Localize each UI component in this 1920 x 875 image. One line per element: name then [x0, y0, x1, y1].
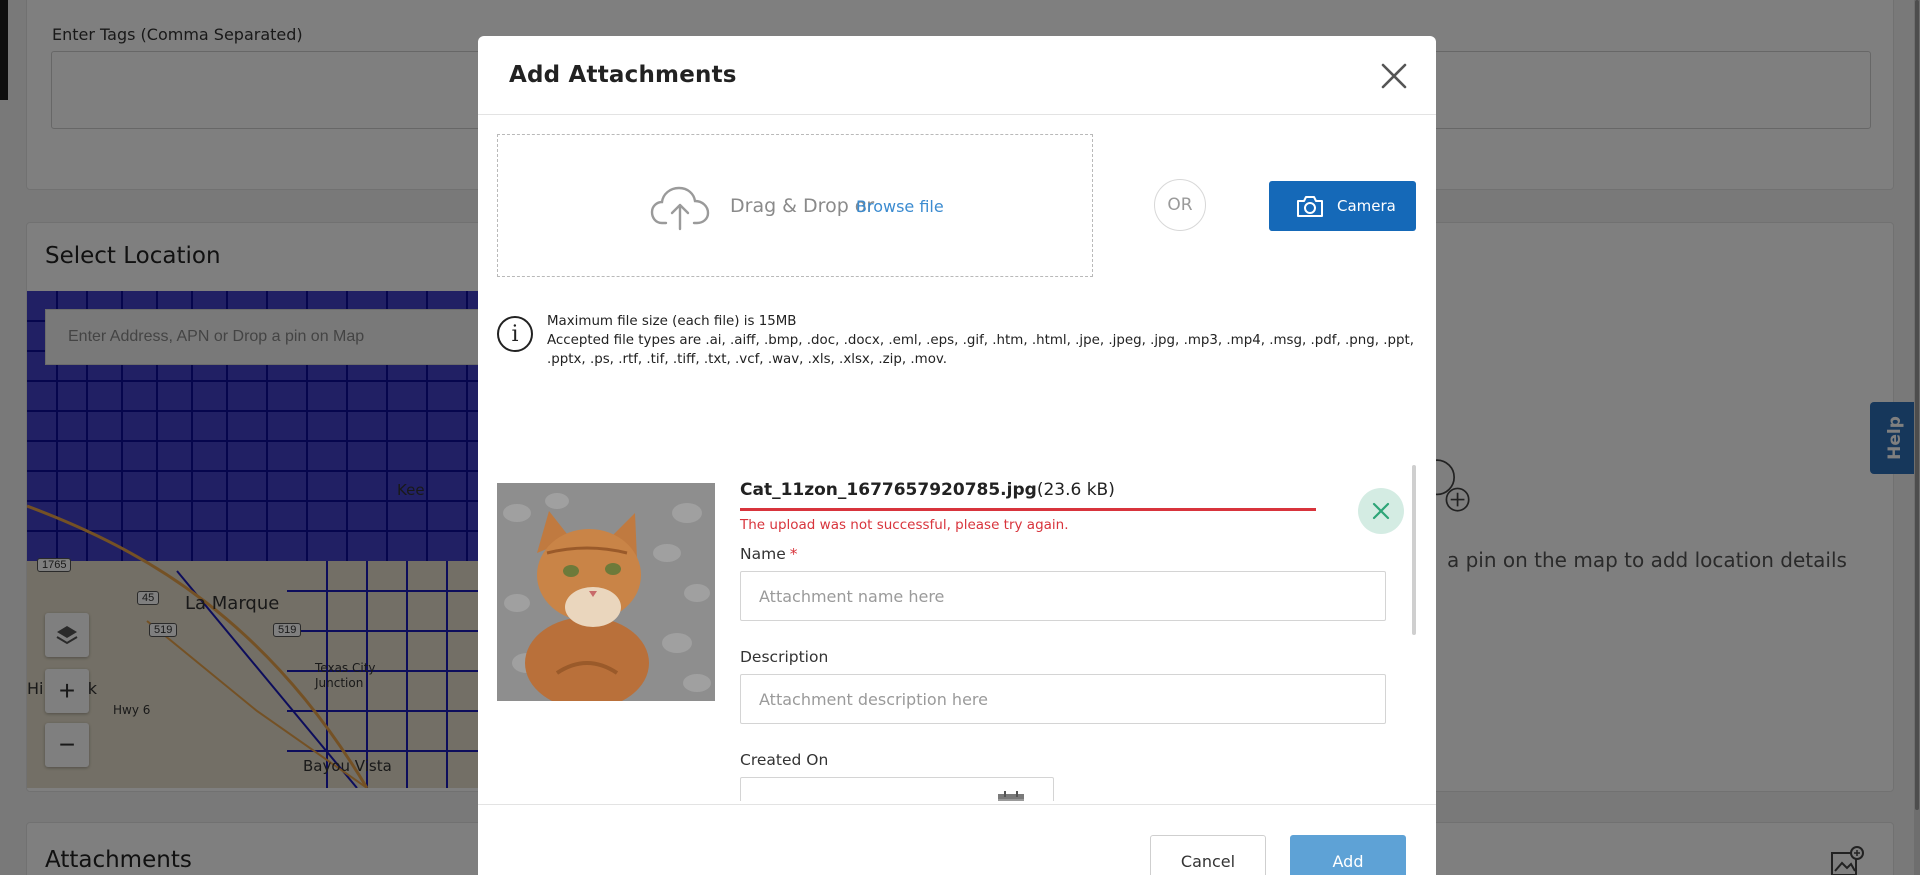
cloud-upload-icon: [650, 186, 710, 231]
modal-title: Add Attachments: [509, 62, 737, 88]
close-icon: [1372, 502, 1390, 520]
file-dropzone[interactable]: Drag & Drop or Browse file: [497, 134, 1093, 277]
max-file-size-text: Maximum file size (each file) is 15MB: [547, 314, 797, 329]
file-size: (23.6 kB): [1036, 480, 1115, 500]
or-separator: OR: [1154, 179, 1206, 231]
add-button[interactable]: Add: [1290, 835, 1406, 875]
file-name-text: Cat_11zon_1677657920785.jpg: [740, 480, 1037, 500]
attachment-description-input[interactable]: [740, 674, 1386, 724]
camera-icon: [1296, 194, 1324, 218]
cancel-button[interactable]: Cancel: [1150, 835, 1266, 875]
name-label: Name *: [740, 545, 797, 563]
file-name: Cat_11zon_1677657920785.jpg(23.6 kB): [740, 480, 1115, 500]
dropzone-text: Drag & Drop or: [730, 195, 875, 217]
info-icon: i: [497, 316, 533, 352]
remove-file-button[interactable]: [1358, 488, 1404, 534]
cat-photo: [497, 483, 715, 701]
close-icon: [1381, 63, 1407, 89]
attachment-name-input[interactable]: [740, 571, 1386, 621]
file-list-scrollbar[interactable]: [1412, 465, 1416, 635]
close-button[interactable]: [1378, 60, 1410, 92]
description-label: Description: [740, 648, 829, 666]
accepted-file-types-text: Accepted file types are .ai, .aiff, .bmp…: [547, 333, 1415, 367]
upload-error-message: The upload was not successful, please tr…: [740, 517, 1069, 533]
calendar-icon[interactable]: [997, 790, 1025, 801]
modal-footer: Cancel Add: [478, 804, 1436, 875]
file-info-text: Maximum file size (each file) is 15MB Ac…: [547, 312, 1422, 369]
add-attachments-modal: Add Attachments Drag & Drop or Browse fi…: [478, 36, 1436, 875]
upload-progress-bar: [740, 508, 1316, 511]
created-on-label: Created On: [740, 751, 829, 769]
file-list: Cat_11zon_1677657920785.jpg(23.6 kB) The…: [478, 431, 1436, 801]
required-marker: *: [789, 545, 798, 563]
created-on-date-input[interactable]: [740, 777, 1054, 801]
file-thumbnail: [497, 483, 715, 701]
modal-header: Add Attachments: [478, 36, 1436, 115]
name-label-text: Name: [740, 545, 786, 563]
camera-button[interactable]: Camera: [1269, 181, 1416, 231]
browse-file-link[interactable]: Browse file: [856, 197, 944, 216]
camera-label: Camera: [1337, 197, 1396, 215]
